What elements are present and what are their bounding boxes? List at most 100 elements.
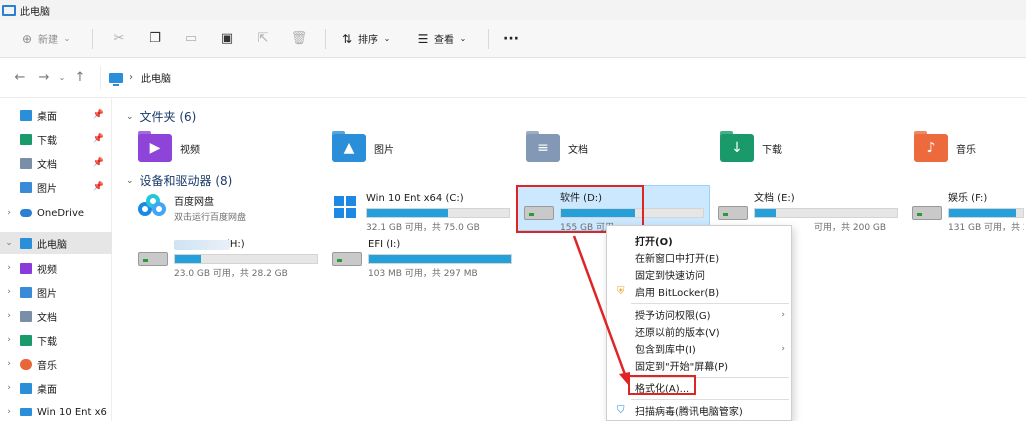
drive-icon [20,408,32,416]
drive-usage-bar [754,208,898,218]
recent-chevron-icon[interactable]: ⌄ [56,73,68,82]
sort-button[interactable]: ⇅ 排序 ⌄ [334,26,404,52]
drive-usage-fill [175,255,201,263]
more-options-button[interactable]: ··· [497,26,525,52]
title-bar: 此电脑 [0,0,1026,20]
plus-circle-icon: ⊕ [21,31,33,46]
chevron-right-icon[interactable]: › [4,359,14,369]
document-icon [20,157,32,169]
chevron-down-icon: ⌄ [383,33,391,43]
security-shield-icon: ⛉ [617,405,625,416]
video-icon [20,262,32,274]
sidebar-item-this-pc[interactable]: ⌄ 此电脑 [0,232,112,254]
up-arrow-icon[interactable]: ↑ [68,70,92,85]
menu-item-scan-virus[interactable]: ⛉ 扫描病毒(腾讯电脑管家) [607,402,793,419]
chevron-right-icon[interactable]: › [4,287,14,297]
folder-pictures[interactable]: ▲ 图片 [332,128,522,168]
sort-button-label: 排序 [358,35,378,46]
paste-button[interactable]: ▭ [173,31,209,46]
menu-item-pin-quick-access[interactable]: 固定到快速访问 [607,266,793,283]
back-arrow-icon[interactable]: ← [8,70,32,85]
breadcrumb-this-pc[interactable]: 此电脑 [141,70,171,85]
menu-item-bitlocker[interactable]: ⛨ 启用 BitLocker(B) [607,283,793,300]
chevron-right-icon[interactable]: › [4,335,14,345]
rename-button[interactable]: ▣ [209,31,245,46]
folder-music[interactable]: ♪ 音乐 [914,128,1024,168]
breadcrumb-separator: › [129,72,133,83]
drive-usage-fill [949,209,1016,217]
menu-item-include-library[interactable]: 包含到库中(I) › [607,340,793,357]
hard-drive-icon [138,252,168,266]
sidebar-item-label: 图片 [37,288,57,300]
sidebar-item-downloads[interactable]: 下载 📌 [0,128,112,150]
toolbar-divider [488,28,489,49]
sidebar-item-pictures[interactable]: › 图片 [0,281,112,303]
picture-folder-icon: ▲ [332,131,366,162]
drive-f[interactable]: 娱乐 (F:) 131 GB 可用，共 2 [912,192,1024,240]
view-button[interactable]: ☰ 查看 ⌄ [410,26,480,52]
menu-item-label: 打开(O) [635,237,673,248]
window-title: 此电脑 [20,6,50,18]
copy-icon: ❐ [149,31,161,46]
pin-icon[interactable]: 📌 [93,134,104,144]
menu-item-label: 还原以前的版本(V) [635,328,720,339]
pin-icon[interactable]: 📌 [93,158,104,168]
drive-i[interactable]: EFI (I:) 103 MB 可用，共 297 MB [332,238,512,286]
baidu-netdisk-item[interactable]: 百度网盘 双击运行百度网盘 [138,190,246,238]
sidebar-item-label: 图片 [37,183,57,195]
sidebar-item-onedrive[interactable]: › OneDrive [0,202,112,224]
menu-item-restore-versions[interactable]: 还原以前的版本(V) [607,323,793,340]
this-pc-icon [20,237,32,249]
chevron-right-icon[interactable]: › [4,263,14,273]
sidebar-item-desktop[interactable]: › 桌面 [0,377,112,399]
shield-icon: ⛨ [617,286,625,297]
menu-item-label: 在新窗口中打开(E) [635,254,720,265]
share-button[interactable]: ⇱ [245,31,281,46]
drives-group-header[interactable]: ⌄ 设备和驱动器 (8) [126,172,232,189]
chevron-right-icon[interactable]: › [4,208,14,218]
sort-icon: ⇅ [341,31,353,46]
sidebar-item-label: 视频 [37,264,57,276]
menu-divider [631,399,789,400]
command-bar: ⊕ 新建 ⌄ ✂ ❐ ▭ ▣ ⇱ 🗑 ⇅ 排序 ⌄ ☰ 查看 ⌄ ··· [0,20,1026,58]
sidebar-item-music[interactable]: › 音乐 [0,353,112,375]
cloud-icon [20,209,32,217]
sidebar-item-documents[interactable]: › 文档 [0,305,112,327]
pin-icon[interactable]: 📌 [93,182,104,192]
chevron-right-icon: › [781,309,785,320]
drive-c[interactable]: Win 10 Ent x64 (C:) 32.1 GB 可用，共 75.0 GB [330,192,510,240]
chevron-right-icon[interactable]: › [4,407,14,417]
new-button-label: 新建 [38,35,58,46]
copy-button[interactable]: ❐ [137,31,173,46]
cut-button[interactable]: ✂ [101,31,137,46]
address-path[interactable]: › 此电脑 [100,65,1026,90]
menu-item-open[interactable]: 打开(O) [607,232,793,249]
folder-downloads[interactable]: ↓ 下载 [720,128,910,168]
toolbar-divider [325,28,326,49]
menu-item-pin-start[interactable]: 固定到"开始"屏幕(P) [607,357,793,374]
drive-usage-bar [174,254,318,264]
download-icon [20,334,32,346]
chevron-right-icon[interactable]: › [4,383,14,393]
forward-arrow-icon[interactable]: → [32,70,56,85]
delete-button[interactable]: 🗑 [281,31,317,46]
folder-documents[interactable]: ≡ 文档 [526,128,716,168]
share-icon: ⇱ [257,31,269,46]
sidebar-item-videos[interactable]: › 视频 [0,257,112,279]
sidebar-item-documents[interactable]: 文档 📌 [0,152,112,174]
group-title: 文件夹 (6) [139,110,197,124]
menu-item-open-new-window[interactable]: 在新窗口中打开(E) [607,249,793,266]
chevron-down-icon[interactable]: ⌄ [4,238,14,248]
sidebar-item-drive-c[interactable]: › Win 10 Ent x6 [0,401,112,421]
new-button[interactable]: ⊕ 新建 ⌄ [14,26,84,52]
menu-item-grant-access[interactable]: 授予访问权限(G) › [607,306,793,323]
view-icon: ☰ [417,31,429,46]
folders-group-header[interactable]: ⌄ 文件夹 (6) [126,108,196,125]
chevron-right-icon[interactable]: › [4,311,14,321]
folder-videos[interactable]: ▶ 视频 [138,128,328,168]
sidebar-item-pictures[interactable]: 图片 📌 [0,176,112,198]
pin-icon[interactable]: 📌 [93,110,104,120]
sidebar-item-downloads[interactable]: › 下载 [0,329,112,351]
menu-item-label: 包含到库中(I) [635,345,696,356]
sidebar-item-desktop[interactable]: 桌面 📌 [0,104,112,126]
